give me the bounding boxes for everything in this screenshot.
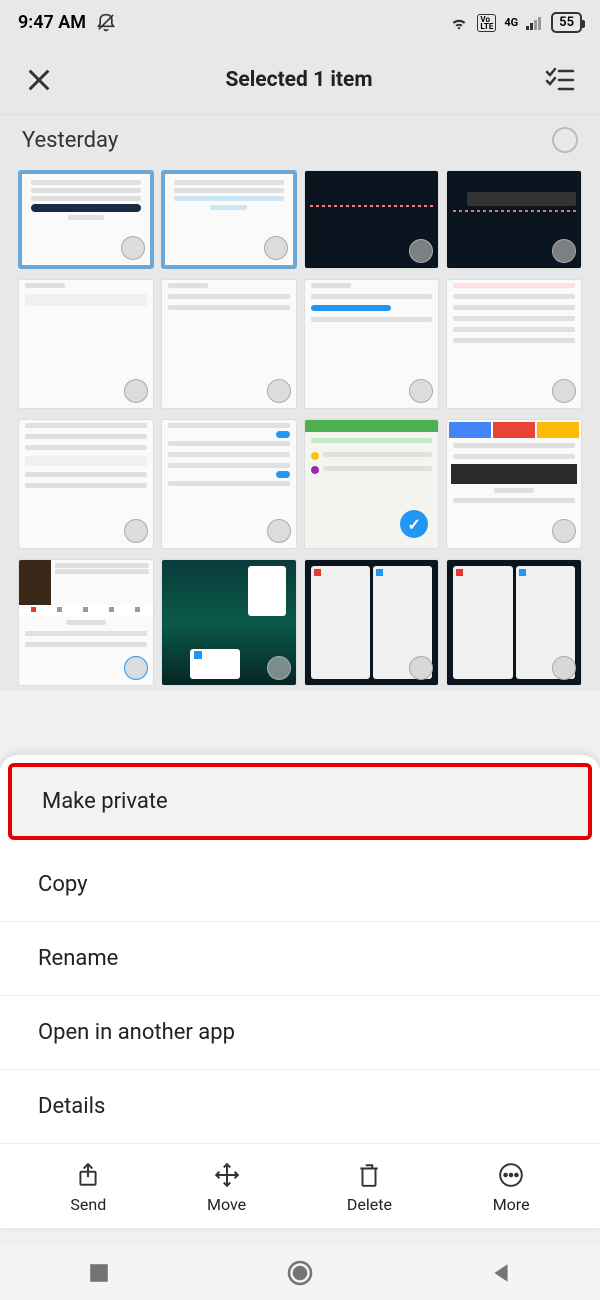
signal-label: 4G [504, 16, 518, 29]
header-title: Selected 1 item [53, 68, 545, 92]
dnd-icon [96, 13, 116, 33]
thumbnail[interactable] [161, 419, 297, 549]
menu-make-private[interactable]: Make private [8, 763, 592, 840]
send-icon [75, 1162, 101, 1188]
select-all-icon[interactable] [545, 67, 575, 93]
action-send[interactable]: Send [70, 1162, 106, 1214]
action-label: More [493, 1195, 530, 1214]
thumbnail[interactable] [304, 279, 440, 409]
status-bar: 9:47 AM VoLTE 4G 55 [0, 0, 600, 45]
close-icon[interactable] [25, 66, 53, 94]
action-label: Send [70, 1195, 106, 1214]
thumbnail[interactable] [161, 559, 297, 686]
selection-header: Selected 1 item [0, 45, 600, 115]
battery-indicator: 55 [551, 12, 582, 33]
menu-rename[interactable]: Rename [0, 922, 600, 996]
system-nav-bar [0, 1245, 600, 1300]
move-icon [214, 1162, 240, 1188]
signal-icon [526, 16, 543, 30]
thumbnail[interactable] [446, 279, 582, 409]
thumbnail[interactable]: ✓ [304, 419, 440, 549]
more-options-sheet: Make private Copy Rename Open in another… [0, 755, 600, 1228]
thumbnail[interactable] [161, 279, 297, 409]
status-time: 9:47 AM [18, 12, 86, 33]
thumbnail[interactable] [446, 559, 582, 686]
thumbnail[interactable] [161, 170, 297, 269]
thumbnail[interactable] [18, 170, 154, 269]
thumbnail[interactable] [304, 559, 440, 686]
thumbnail[interactable] [446, 419, 582, 549]
action-delete[interactable]: Delete [347, 1162, 392, 1214]
action-label: Delete [347, 1195, 392, 1214]
thumbnail[interactable] [304, 170, 440, 269]
wifi-icon [449, 15, 469, 31]
volte-icon: VoLTE [477, 14, 496, 32]
section-header: Yesterday [0, 115, 600, 165]
menu-copy[interactable]: Copy [0, 848, 600, 922]
recent-apps-icon[interactable] [88, 1262, 110, 1284]
delete-icon [356, 1162, 382, 1188]
action-more[interactable]: More [493, 1162, 530, 1214]
menu-open-in[interactable]: Open in another app [0, 996, 600, 1070]
menu-details[interactable]: Details [0, 1070, 600, 1143]
thumbnail[interactable] [18, 279, 154, 409]
section-title: Yesterday [22, 128, 118, 153]
more-icon [498, 1162, 524, 1188]
action-move[interactable]: Move [207, 1162, 246, 1214]
thumbnail[interactable] [18, 559, 154, 686]
action-bar: Send Move Delete More [0, 1143, 600, 1228]
thumbnail[interactable] [18, 419, 154, 549]
action-label: Move [207, 1195, 246, 1214]
section-select-all[interactable] [552, 127, 578, 153]
back-icon[interactable] [490, 1262, 512, 1284]
home-icon[interactable] [286, 1259, 314, 1287]
thumbnail[interactable] [446, 170, 582, 269]
